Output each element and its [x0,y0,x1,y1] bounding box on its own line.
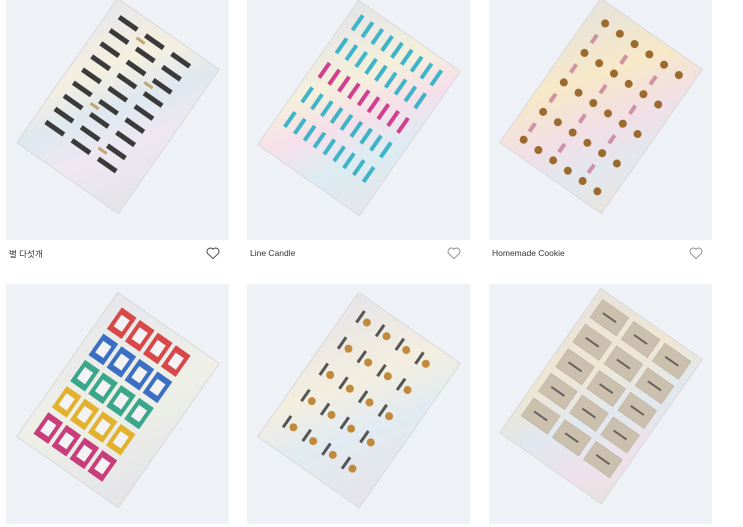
product-title[interactable]: 별 다섯개 [9,248,43,260]
sticker-sheet-image [16,0,220,215]
product-thumbnail[interactable] [489,0,712,240]
product-thumbnail[interactable] [489,284,712,524]
product-caption: 별 다섯개 [6,243,229,263]
sticker-sheet-image [499,0,703,215]
sticker-sheet-image [257,0,461,217]
heart-outline-icon[interactable] [205,245,221,261]
product-thumbnail[interactable] [6,284,229,524]
product-thumbnail[interactable] [247,284,470,524]
sticker-sheet-image [499,287,703,505]
product-caption: Homemade Cookie [489,243,712,263]
product-title[interactable]: Homemade Cookie [492,248,565,258]
product-thumbnail[interactable] [6,0,229,240]
product-title[interactable]: Line Candle [250,248,295,258]
sticker-sheet-image [257,291,461,509]
heart-outline-icon[interactable] [688,245,704,261]
sticker-sheet-image [16,291,220,509]
heart-outline-icon[interactable] [446,245,462,261]
product-thumbnail[interactable] [247,0,470,240]
product-caption: Line Candle [247,243,470,263]
